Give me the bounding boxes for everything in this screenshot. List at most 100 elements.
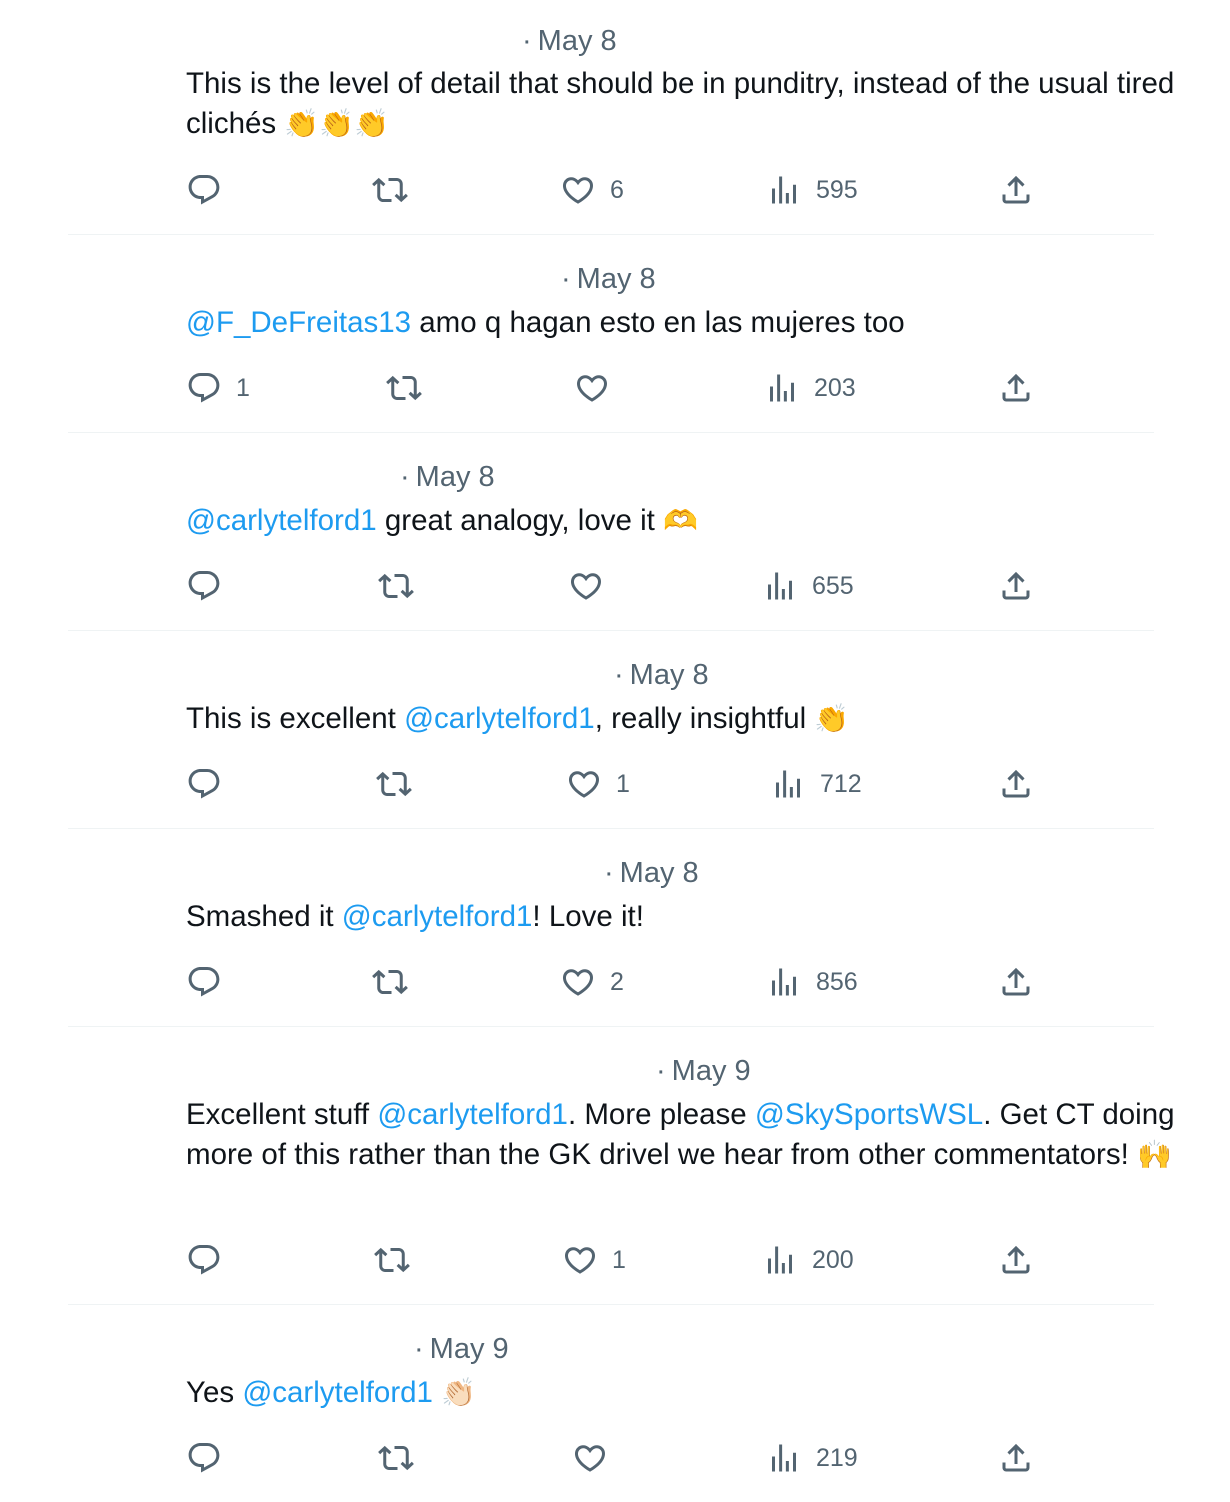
text-segment: great analogy, love it — [376, 504, 664, 537]
tweet-divider — [68, 432, 1154, 433]
separator-dot: · — [561, 263, 571, 295]
reply-button[interactable] — [186, 172, 222, 208]
timestamp-text[interactable]: May 8 — [416, 461, 495, 493]
tweet-text: @F_DeFreitas13 amo q hagan esto en las m… — [186, 303, 1176, 343]
reply-button[interactable]: 1 — [186, 370, 250, 406]
like-button[interactable] — [572, 1440, 608, 1476]
like-button[interactable]: 1 — [562, 1242, 626, 1278]
reply-button[interactable] — [186, 568, 222, 604]
retweet-icon — [378, 1445, 414, 1471]
share-button[interactable] — [998, 568, 1034, 604]
retweet-button[interactable] — [386, 370, 422, 406]
reply-count: 1 — [236, 374, 250, 402]
reply-button[interactable] — [186, 1242, 222, 1278]
reply-icon — [188, 967, 220, 997]
views-count: 712 — [820, 770, 862, 798]
views-button[interactable]: 200 — [762, 1242, 854, 1278]
views-icon — [772, 176, 796, 204]
timestamp-text[interactable]: May 8 — [620, 857, 699, 889]
share-button[interactable] — [998, 1440, 1034, 1476]
reply-icon — [188, 571, 220, 601]
like-count: 6 — [610, 176, 624, 204]
tweet-divider — [68, 1304, 1154, 1305]
like-button[interactable] — [574, 370, 610, 406]
reply-icon — [188, 769, 220, 799]
emoji: 🫶 — [663, 504, 698, 537]
timestamp-text[interactable]: May 9 — [430, 1333, 509, 1365]
separator-dot: · — [614, 659, 624, 691]
text-segment: This is excellent — [186, 702, 405, 735]
heart-icon — [562, 969, 594, 996]
tweet-text: Smashed it @carlytelford1! Love it! — [186, 897, 1176, 937]
timestamp-text[interactable]: May 8 — [577, 263, 656, 295]
emoji: 👏🏻 — [441, 1376, 477, 1409]
text-segment: . More please — [567, 1098, 755, 1131]
separator-dot: · — [604, 857, 614, 889]
share-button[interactable] — [998, 964, 1034, 1000]
like-count: 2 — [610, 968, 624, 996]
retweet-button[interactable] — [374, 1242, 410, 1278]
tweet-timestamp[interactable]: · May 8 — [614, 658, 709, 692]
text-segment: Smashed it — [186, 900, 342, 933]
share-button[interactable] — [998, 370, 1034, 406]
views-button[interactable]: 595 — [766, 172, 858, 208]
mention-link[interactable]: @SkySportsWSL — [755, 1098, 983, 1131]
retweet-button[interactable] — [378, 1440, 414, 1476]
heart-icon — [576, 375, 608, 402]
separator-dot: · — [522, 25, 532, 57]
tweet-timestamp[interactable]: · May 9 — [656, 1054, 751, 1088]
mention-link[interactable]: @F_DeFreitas13 — [186, 306, 411, 339]
timestamp-text[interactable]: May 8 — [538, 25, 617, 57]
share-button[interactable] — [998, 172, 1034, 208]
share-icon — [1002, 967, 1030, 996]
tweet-timestamp[interactable]: · May 9 — [414, 1332, 509, 1366]
mention-link[interactable]: @carlytelford1 — [404, 702, 595, 735]
like-button[interactable]: 1 — [566, 766, 630, 802]
views-button[interactable]: 655 — [762, 568, 854, 604]
like-button[interactable] — [568, 568, 604, 604]
reply-icon — [188, 1443, 220, 1473]
views-icon — [772, 968, 796, 996]
tweet-timestamp[interactable]: · May 8 — [561, 262, 656, 296]
heart-icon — [570, 573, 602, 600]
timestamp-text[interactable]: May 8 — [630, 659, 709, 691]
retweet-button[interactable] — [372, 172, 408, 208]
like-button[interactable]: 2 — [560, 964, 624, 1000]
retweet-icon — [386, 375, 422, 401]
tweet-text: Excellent stuff @carlytelford1. More ple… — [186, 1095, 1176, 1175]
views-button[interactable]: 203 — [764, 370, 856, 406]
timestamp-text[interactable]: May 9 — [672, 1055, 751, 1087]
share-button[interactable] — [998, 1242, 1034, 1278]
mention-link[interactable]: @carlytelford1 — [377, 1098, 568, 1131]
retweet-button[interactable] — [372, 964, 408, 1000]
views-button[interactable]: 219 — [766, 1440, 858, 1476]
share-icon — [1002, 1443, 1030, 1472]
retweet-button[interactable] — [378, 568, 414, 604]
tweet-timestamp[interactable]: · May 8 — [522, 24, 617, 58]
reply-button[interactable] — [186, 1440, 222, 1476]
views-button[interactable]: 856 — [766, 964, 858, 1000]
like-button[interactable]: 6 — [560, 172, 624, 208]
retweet-button[interactable] — [376, 766, 412, 802]
share-button[interactable] — [998, 766, 1034, 802]
retweet-icon — [376, 771, 412, 797]
views-icon — [772, 1444, 796, 1472]
tweet-divider — [68, 828, 1154, 829]
views-button[interactable]: 712 — [770, 766, 862, 802]
tweet-timestamp[interactable]: · May 8 — [604, 856, 699, 890]
reply-button[interactable] — [186, 964, 222, 1000]
mention-link[interactable]: @carlytelford1 — [186, 504, 377, 537]
tweet-text: @carlytelford1 great analogy, love it 🫶 — [186, 501, 1176, 541]
reply-feed: · May 8 This is the level of detail that s… — [0, 0, 1230, 1502]
text-segment: amo q hagan esto en las mujeres too — [411, 306, 905, 339]
tweet-timestamp[interactable]: · May 8 — [400, 460, 495, 494]
text-segment: Excellent stuff — [186, 1098, 378, 1131]
reply-button[interactable] — [186, 766, 222, 802]
separator-dot: · — [414, 1333, 424, 1365]
share-icon — [1002, 373, 1030, 402]
reply-icon — [188, 1245, 220, 1275]
share-icon — [1002, 571, 1030, 600]
mention-link[interactable]: @carlytelford1 — [242, 1376, 433, 1409]
retweet-icon — [372, 177, 408, 203]
mention-link[interactable]: @carlytelford1 — [342, 900, 533, 933]
